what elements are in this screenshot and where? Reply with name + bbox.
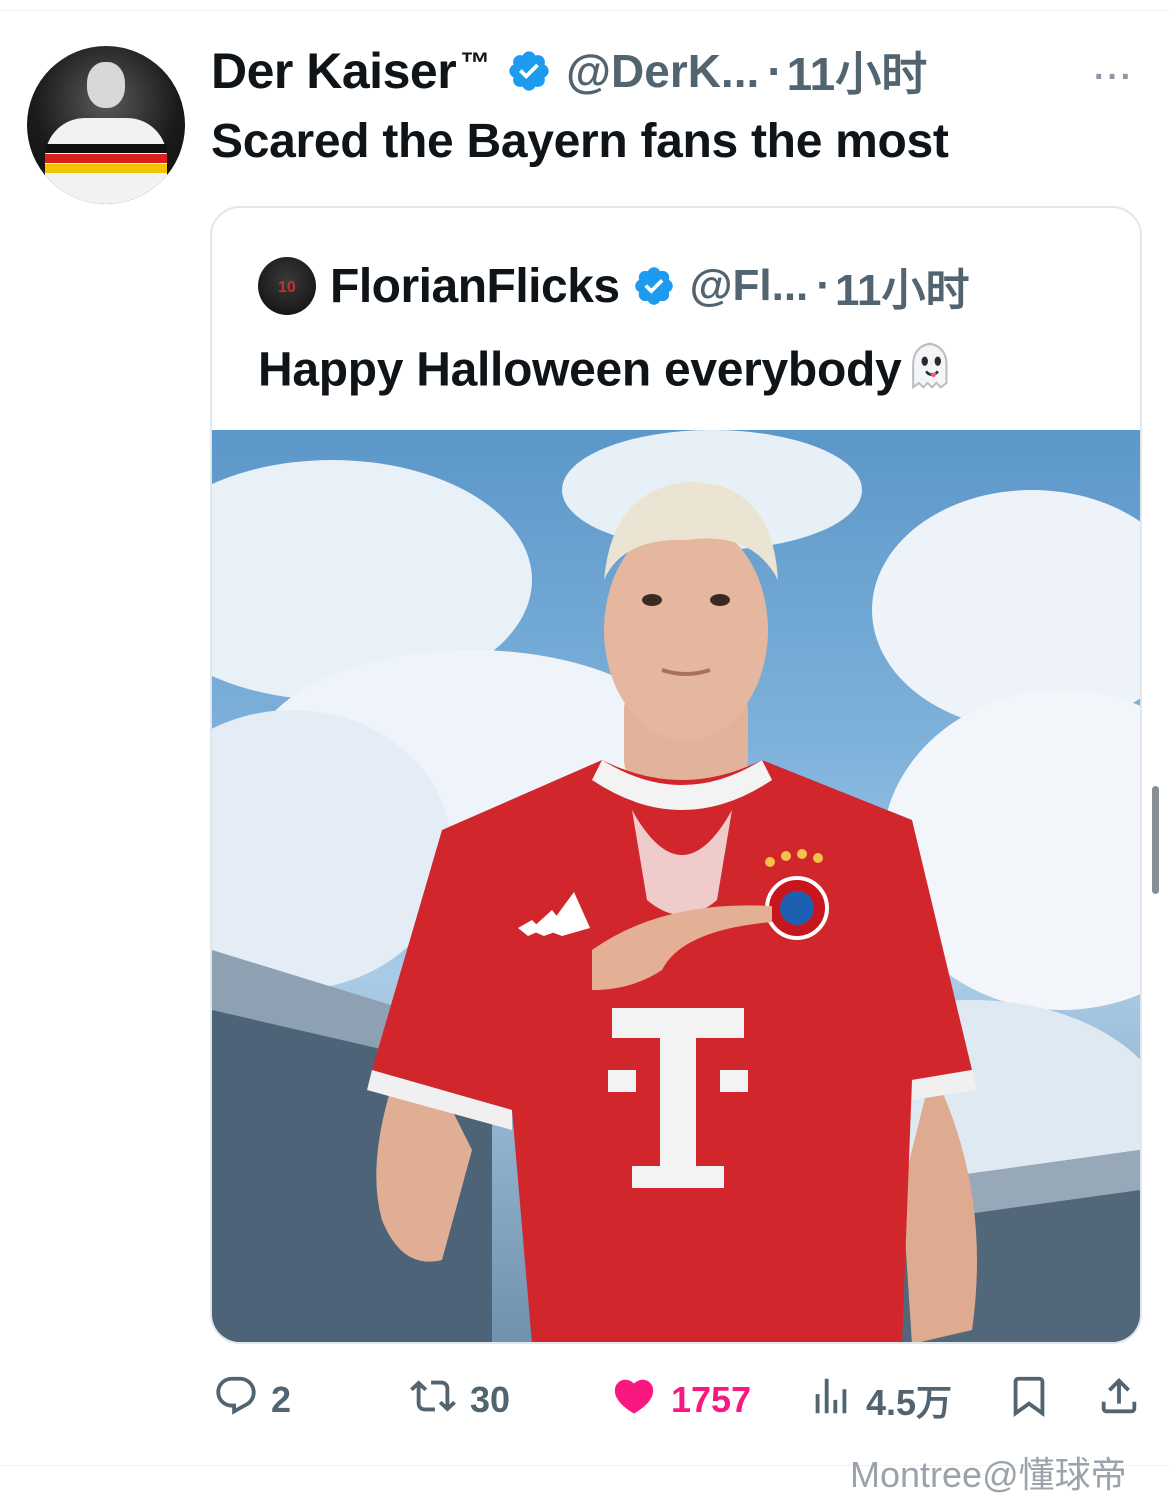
avatar-stripe-black bbox=[45, 144, 167, 153]
retweet-icon bbox=[408, 1373, 458, 1428]
quoted-author-handle: @Fl... bbox=[689, 261, 809, 310]
reply-icon bbox=[213, 1373, 259, 1428]
bookmark-button[interactable] bbox=[1006, 1370, 1052, 1430]
avatar-stripe-gold bbox=[45, 164, 167, 173]
like-icon bbox=[609, 1373, 659, 1428]
avatar-stripe-red bbox=[45, 154, 167, 163]
quoted-tweet-time: 11小时 bbox=[834, 266, 970, 315]
retweet-count: 30 bbox=[470, 1379, 511, 1420]
ghost-emoji bbox=[903, 338, 961, 408]
tweet-text: Scared the Bayern fans the most bbox=[211, 115, 949, 168]
reply-button[interactable]: 2 bbox=[213, 1370, 291, 1430]
more-icon[interactable]: ··· bbox=[1094, 58, 1134, 97]
like-button[interactable]: 1757 bbox=[609, 1370, 751, 1430]
tweet-photo[interactable] bbox=[212, 430, 1140, 1342]
quoted-tweet-card[interactable]: 10 FlorianFlicks @Fl... · 11小时 Happy Hal… bbox=[210, 206, 1142, 1344]
reply-count: 2 bbox=[271, 1379, 292, 1420]
author-avatar[interactable] bbox=[27, 46, 185, 204]
share-button[interactable] bbox=[1096, 1370, 1142, 1430]
tweet-header: Der Kaiser ™ @DerK... · 11小时 bbox=[211, 40, 927, 102]
quoted-author-avatar: 10 bbox=[258, 257, 316, 315]
watermark: Montree@懂球帝 bbox=[850, 1454, 1127, 1495]
verified-badge-icon bbox=[632, 264, 676, 308]
author-handle[interactable]: @DerK... bbox=[566, 44, 759, 98]
tweet-time[interactable]: 11小时 bbox=[787, 38, 928, 104]
avatar-head bbox=[87, 62, 125, 108]
bookmark-icon bbox=[1006, 1373, 1052, 1428]
header-separator: · bbox=[767, 45, 783, 97]
quoted-tweet-header: 10 FlorianFlicks @Fl... · 11小时 bbox=[258, 256, 969, 316]
retweet-button[interactable]: 30 bbox=[408, 1370, 510, 1430]
views-count: 4.5万 bbox=[866, 1382, 953, 1423]
scrollbar[interactable] bbox=[1152, 786, 1159, 894]
photo-illustration bbox=[212, 430, 1140, 1342]
verified-badge-icon bbox=[506, 48, 552, 94]
author-name-suffix: ™ bbox=[460, 47, 491, 80]
quoted-tweet-text: Happy Halloween everybody bbox=[258, 338, 961, 408]
quoted-tweet-text-content: Happy Halloween everybody bbox=[258, 343, 902, 397]
share-icon bbox=[1096, 1373, 1142, 1428]
top-divider bbox=[0, 10, 1170, 11]
views-button[interactable]: 4.5万 bbox=[808, 1370, 952, 1430]
quoted-author-name: FlorianFlicks bbox=[330, 259, 620, 313]
like-count: 1757 bbox=[671, 1379, 752, 1420]
author-name[interactable]: Der Kaiser bbox=[211, 42, 457, 100]
views-icon bbox=[808, 1373, 854, 1428]
action-bar: 2 30 1757 4.5万 bbox=[0, 1370, 1170, 1430]
quoted-header-separator: · bbox=[816, 261, 831, 310]
quoted-avatar-number: 10 bbox=[278, 279, 296, 296]
